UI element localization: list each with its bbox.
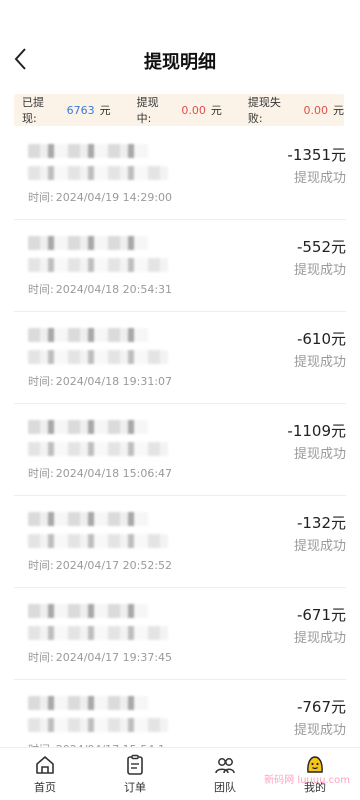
processing-value: 0.00 [181,103,206,117]
list-item[interactable]: 时间: 2024/04/18 19:31:07 -610元 提现成功 [14,312,346,404]
list-item[interactable]: 时间: 2024/04/17 20:52:52 -132元 提现成功 [14,496,346,588]
tab-team[interactable]: 团队 [180,748,270,800]
withdrawn-unit: 元 [99,104,111,117]
failed-group: 提现失败: 0.00 元 [240,94,344,126]
record-amount: -1351元 [287,146,346,164]
bottom-tab-bar: 首页 订单 团队 我的 新码网 luuuu.com [0,747,360,800]
record-status: 提现成功 [293,263,346,278]
processing-group: 提现中: 0.00 元 [129,94,222,126]
record-amount: -767元 [296,698,346,716]
tab-home-label: 首页 [34,781,56,794]
record-time: 时间: 2024/04/17 20:52:52 [28,559,173,572]
redacted-text [28,718,168,732]
tab-orders[interactable]: 订单 [90,748,180,800]
page-title: 提现明细 [144,52,216,73]
home-icon [36,756,54,774]
withdraw-summary: 已提现: 6763 元 提现中: 0.00 元 提现失败: 0.00 元 [14,94,344,126]
record-time: 时间: 2024/04/19 14:29:00 [28,191,173,204]
team-icon [215,758,235,774]
watermark: 新码网 luuuu.com [264,775,350,786]
redacted-text [28,236,148,250]
withdrawn-value: 6763 [66,103,95,117]
tab-home[interactable]: 首页 [0,748,90,800]
redacted-text [28,442,168,456]
redacted-text [28,328,148,342]
record-status: 提现成功 [293,355,346,370]
order-icon [127,754,143,775]
redacted-text [28,604,148,618]
nav-bar: 提现明细 [0,36,360,86]
tab-team-label: 团队 [214,781,236,794]
record-time: 时间: 2024/04/18 19:31:07 [28,375,173,388]
list-item[interactable]: 时间: 2024/04/18 20:54:31 -552元 提现成功 [14,220,346,312]
redacted-text [28,420,148,434]
record-time: 时间: 2024/04/18 15:06:47 [28,467,173,480]
record-amount: -132元 [296,514,346,532]
record-status: 提现成功 [293,447,346,462]
record-time: 时间: 2024/04/18 20:54:31 [28,283,173,296]
processing-unit: 元 [210,104,222,117]
redacted-text [28,534,168,548]
status-bar [0,0,360,36]
record-status: 提现成功 [293,723,346,738]
failed-unit: 元 [333,104,344,117]
tab-orders-label: 订单 [124,781,146,794]
redacted-text [28,696,148,710]
redacted-text [28,350,168,364]
failed-label: 提现失败: [247,96,281,125]
record-amount: -610元 [296,330,346,348]
list-item[interactable]: 时间: 2024/04/18 15:06:47 -1109元 提现成功 [14,404,346,496]
redacted-text [28,512,148,526]
failed-value: 0.00 [303,103,329,117]
record-amount: -1109元 [287,422,346,440]
record-status: 提现成功 [293,539,346,554]
record-amount: -671元 [296,606,346,624]
withdrawn-label: 已提现: [22,96,44,125]
list-item[interactable]: 时间: 2024/04/19 14:29:00 -1351元 提现成功 [14,128,346,220]
redacted-text [28,144,148,158]
list-item[interactable]: 时间: 2024/04/17 19:37:45 -671元 提现成功 [14,588,346,680]
redacted-text [28,258,168,272]
record-amount: -552元 [296,238,346,256]
record-time: 时间: 2024/04/17 19:37:45 [28,651,173,664]
processing-label: 提现中: [136,96,159,125]
withdraw-record-list: 时间: 2024/04/19 14:29:00 -1351元 提现成功 时间: 20… [0,128,360,772]
withdrawn-group: 已提现: 6763 元 [14,94,111,126]
record-status: 提现成功 [293,171,346,186]
record-status: 提现成功 [293,631,346,646]
redacted-text [28,626,168,640]
redacted-text [28,166,168,180]
